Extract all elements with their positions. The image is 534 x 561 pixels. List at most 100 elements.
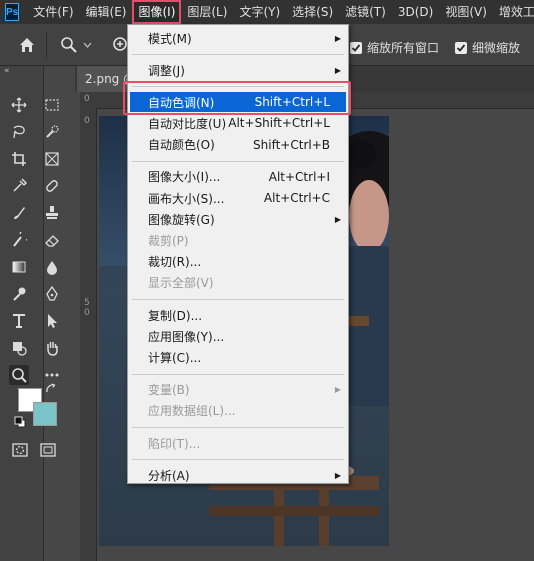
menu-separator bbox=[132, 160, 344, 162]
menu-item-11: 裁剪(P) bbox=[130, 230, 346, 250]
menu-item-8[interactable]: 图像大小(I)... Alt+Ctrl+I bbox=[130, 167, 346, 187]
shape-tool-icon[interactable] bbox=[9, 338, 29, 358]
zoom-icon[interactable] bbox=[58, 34, 80, 56]
move-tool-icon[interactable] bbox=[9, 95, 29, 115]
menu-item-24[interactable]: 分析(A) ▶ bbox=[130, 465, 346, 485]
collapse-chevron-icon[interactable]: « bbox=[4, 66, 10, 76]
marquee-tool-icon[interactable] bbox=[42, 95, 62, 115]
menu-item-label: 自动色调(N) bbox=[148, 95, 215, 110]
zoom-tool-icon[interactable] bbox=[9, 365, 29, 385]
menu-separator bbox=[132, 373, 344, 375]
menu-item-shortcut: Alt+Ctrl+I bbox=[268, 169, 330, 184]
divider bbox=[46, 32, 47, 58]
menu-item-6[interactable]: 自动颜色(O) Shift+Ctrl+B bbox=[130, 135, 346, 155]
gradient-tool-icon[interactable] bbox=[9, 257, 29, 277]
submenu-arrow-icon: ▶ bbox=[334, 33, 341, 43]
menu-item-label: 图像旋转(G) bbox=[148, 212, 215, 227]
menu-item-label: 复制(D)... bbox=[148, 308, 203, 323]
menu-item-4[interactable]: 自动色调(N) Shift+Ctrl+L bbox=[130, 92, 346, 113]
menu-item-2[interactable]: 调整(J) ▶ bbox=[130, 60, 346, 80]
menu-item-label: 裁剪(P) bbox=[148, 233, 189, 248]
menu-edit[interactable]: 编辑(E) bbox=[80, 0, 133, 24]
screen-mode-icon[interactable] bbox=[38, 440, 58, 460]
lasso-tool-icon[interactable] bbox=[9, 122, 29, 142]
menu-plugins[interactable]: 增效工具 bbox=[493, 0, 534, 24]
menu-item-label: 显示全部(V) bbox=[148, 276, 214, 291]
menu-file[interactable]: 文件(F) bbox=[27, 0, 79, 24]
menu-item-label: 裁切(R)... bbox=[148, 255, 202, 270]
menu-filter[interactable]: 滤镜(T) bbox=[339, 0, 392, 24]
menu-separator bbox=[132, 459, 344, 461]
menu-item-label: 计算(C)... bbox=[148, 350, 202, 365]
menu-view[interactable]: 视图(V) bbox=[439, 0, 493, 24]
menu-select[interactable]: 选择(S) bbox=[286, 0, 339, 24]
background-color-swatch[interactable] bbox=[33, 402, 57, 426]
stamp-tool-icon[interactable] bbox=[42, 203, 62, 223]
path-select-tool-icon[interactable] bbox=[42, 311, 62, 331]
menu-item-label: 变量(B) bbox=[148, 383, 190, 398]
quick-mask-icon[interactable] bbox=[10, 440, 30, 460]
menu-layer[interactable]: 图层(L) bbox=[181, 0, 233, 24]
scrubby-zoom-checkbox[interactable]: 细微缩放 bbox=[455, 39, 520, 56]
menu-item-17[interactable]: 计算(C)... bbox=[130, 347, 346, 367]
menu-item-shortcut: Alt+Ctrl+C bbox=[263, 191, 330, 205]
menu-item-label: 模式(M) bbox=[148, 31, 192, 46]
hand-tool-icon[interactable] bbox=[42, 338, 62, 358]
menu-item-label: 调整(J) bbox=[148, 63, 185, 78]
frame-tool-icon[interactable] bbox=[42, 149, 62, 169]
ruler-vertical[interactable]: 0 5 0 bbox=[80, 108, 97, 561]
ruler-label: 0 bbox=[84, 116, 90, 126]
resize-windows-checkbox[interactable]: 缩放所有窗口 bbox=[350, 39, 439, 56]
menu-item-label: 自动颜色(O) bbox=[148, 138, 215, 153]
home-icon[interactable] bbox=[16, 34, 38, 56]
menu-item-0[interactable]: 模式(M) ▶ bbox=[130, 28, 346, 48]
brush-tool-icon[interactable] bbox=[9, 203, 29, 223]
submenu-arrow-icon: ▶ bbox=[334, 385, 341, 395]
menu-item-label: 图像大小(I)... bbox=[148, 170, 221, 185]
ruler-zero-label: 0 bbox=[84, 94, 90, 104]
menu-separator bbox=[132, 299, 344, 300]
default-colors-icon[interactable] bbox=[14, 416, 26, 428]
menu-item-5[interactable]: 自动对比度(U) Alt+Shift+Ctrl+L bbox=[130, 113, 346, 133]
menu-image[interactable]: 图像(I) bbox=[132, 0, 182, 24]
ruler-label: 5 bbox=[84, 298, 90, 308]
eraser-tool-icon[interactable] bbox=[42, 230, 62, 250]
eyedropper-tool-icon[interactable] bbox=[9, 176, 29, 196]
history-brush-icon[interactable] bbox=[9, 230, 29, 250]
menu-separator bbox=[132, 54, 344, 56]
menu-item-16[interactable]: 应用图像(Y)... bbox=[130, 326, 346, 346]
blur-tool-icon[interactable] bbox=[42, 257, 62, 277]
resize-windows-label: 缩放所有窗口 bbox=[367, 41, 440, 55]
menu-item-shortcut: Shift+Ctrl+L bbox=[254, 95, 330, 110]
menu-item-13: 显示全部(V) bbox=[130, 273, 346, 293]
menu-item-9[interactable]: 画布大小(S)... Alt+Ctrl+C bbox=[130, 188, 346, 208]
photoshop-logo: Ps bbox=[5, 3, 20, 21]
swap-colors-icon[interactable] bbox=[44, 382, 58, 396]
menu-bar: Ps 文件(F) 编辑(E) 图像(I) 图层(L) 文字(Y) 选择(S) 滤… bbox=[0, 0, 534, 24]
menu-item-10[interactable]: 图像旋转(G) ▶ bbox=[130, 209, 346, 229]
menu-type[interactable]: 文字(Y) bbox=[233, 0, 286, 24]
menu-item-19: 变量(B) ▶ bbox=[130, 380, 346, 400]
image-menu-dropdown: 模式(M) ▶ 调整(J) ▶ 自动色调(N) Shift+Ctrl+L 自动对比度(U) A… bbox=[127, 24, 349, 484]
pen-tool-icon[interactable] bbox=[42, 284, 62, 304]
checkmark-icon bbox=[455, 41, 467, 54]
ruler-label: 0 bbox=[84, 308, 90, 318]
type-tool-icon[interactable] bbox=[9, 311, 29, 331]
menu-item-label: 自动对比度(U) bbox=[148, 116, 227, 131]
crop-tool-icon[interactable] bbox=[9, 149, 29, 169]
menu-item-shortcut: Alt+Shift+Ctrl+L bbox=[228, 116, 330, 131]
menu-item-20: 应用数据组(L)... bbox=[130, 401, 346, 421]
menu-item-shortcut: Shift+Ctrl+B bbox=[253, 137, 330, 152]
checkmark-icon bbox=[350, 41, 362, 54]
menu-item-label: 应用图像(Y)... bbox=[148, 329, 225, 344]
healing-brush-icon[interactable] bbox=[42, 176, 62, 196]
dodge-tool-icon[interactable] bbox=[9, 284, 29, 304]
menu-item-12[interactable]: 裁切(R)... bbox=[130, 252, 346, 272]
chevron-down-icon[interactable] bbox=[80, 34, 94, 56]
submenu-arrow-icon: ▶ bbox=[334, 470, 341, 480]
menu-3d[interactable]: 3D(D) bbox=[392, 0, 439, 24]
quick-select-tool-icon[interactable] bbox=[42, 122, 62, 142]
menu-item-label: 分析(A) bbox=[148, 468, 190, 483]
menu-item-label: 陷印(T)... bbox=[148, 436, 201, 451]
menu-item-15[interactable]: 复制(D)... bbox=[130, 305, 346, 325]
